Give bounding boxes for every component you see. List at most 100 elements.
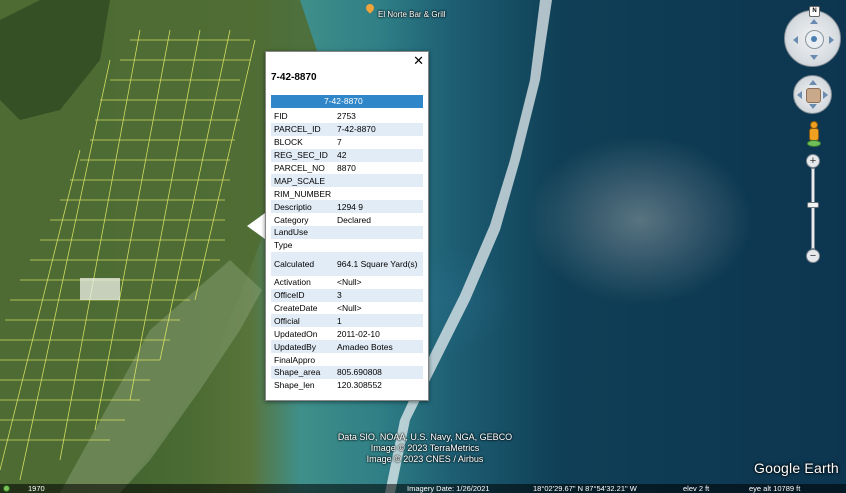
zoom-thumb[interactable] [807, 202, 819, 208]
arrow-down-icon[interactable] [810, 55, 818, 60]
parcel-info-popup: ✕ 7-42-8870 7-42-8870 FID 2753 PARCEL_ID 7… [265, 51, 429, 401]
table-row: FID 2753 [271, 110, 423, 123]
attribute-key: CreateDate [271, 301, 334, 315]
attribute-value [334, 174, 423, 188]
table-row: LandUse [271, 226, 423, 239]
navigation-ring[interactable]: N [784, 6, 841, 67]
arrow-left-icon[interactable] [797, 91, 802, 99]
table-row: Category Declared [271, 213, 423, 227]
arrow-down-icon[interactable] [809, 104, 817, 109]
attribute-value [334, 353, 423, 367]
attribute-value: Declared [334, 213, 423, 227]
attribute-key: MAP_SCALE [271, 174, 334, 188]
attribute-value: 120.308552 [334, 378, 423, 392]
table-row: Calculated 964.1 Square Yard(s) [271, 251, 423, 276]
arrow-up-icon[interactable] [809, 80, 817, 85]
arrow-up-icon[interactable] [810, 19, 818, 24]
attribute-key: PARCEL_NO [271, 161, 334, 175]
table-row: BLOCK 7 [271, 135, 423, 149]
zoom-out-button[interactable]: − [806, 249, 820, 263]
credit-line: Data SIO, NOAA, U.S. Navy, NGA, GEBCO [337, 432, 513, 442]
table-row: Descriptio 1294 9 [271, 200, 423, 214]
credit-line: Image © 2023 TerraMetrics [370, 443, 480, 453]
table-row: PARCEL_NO 8870 [271, 161, 423, 175]
attribute-key: Official [271, 314, 334, 328]
google-earth-logo: Google Earth [754, 460, 839, 476]
timeline-year: 1970 [28, 484, 45, 493]
table-row: Shape_area 805.690808 [271, 366, 423, 379]
attribute-key: REG_SEC_ID [271, 148, 334, 162]
hand-icon[interactable] [806, 88, 821, 103]
table-row: Activation <Null> [271, 275, 423, 289]
attribute-value: 964.1 Square Yard(s) [334, 251, 423, 276]
table-row: Official 1 [271, 314, 423, 328]
attribute-value: 3 [334, 288, 423, 302]
close-icon[interactable]: ✕ [413, 54, 424, 68]
zoom-track[interactable] [811, 168, 815, 249]
attribute-key: BLOCK [271, 135, 334, 149]
eye-altitude: eye alt 10789 ft [749, 484, 801, 493]
zoom-in-button[interactable]: + [806, 154, 820, 168]
attribute-value: 7 [334, 135, 423, 149]
table-row: UpdatedOn 2011-02-10 [271, 327, 423, 341]
attribute-value: <Null> [334, 301, 423, 315]
table-row: Shape_len 120.308552 [271, 378, 423, 392]
table-row: CreateDate <Null> [271, 301, 423, 315]
table-row: Type [271, 238, 423, 252]
zoom-slider[interactable]: + − [806, 154, 820, 264]
table-row: UpdatedBy Amadeo Botes [271, 340, 423, 354]
popup-title: 7-42-8870 [271, 72, 317, 83]
attribute-key: UpdatedOn [271, 327, 334, 341]
table-row: MAP_SCALE [271, 174, 423, 188]
attribute-value: 7-42-8870 [334, 122, 423, 136]
table-row: RIM_NUMBER [271, 187, 423, 201]
attribute-value: 2753 [334, 110, 423, 123]
pegman-icon[interactable] [807, 121, 821, 147]
attribute-key: PARCEL_ID [271, 122, 334, 136]
attribute-value: 1294 9 [334, 200, 423, 214]
attribute-key: Shape_len [271, 378, 334, 392]
pegman-base [807, 140, 821, 147]
attribute-key: FinalAppro [271, 353, 334, 367]
credit-line: Image © 2023 CNES / Airbus [366, 454, 484, 464]
table-row: PARCEL_ID 7-42-8870 [271, 122, 423, 136]
attribute-key: Shape_area [271, 366, 334, 379]
elevation: elev 2 ft [683, 484, 710, 493]
attribute-value [334, 187, 423, 201]
popup-pointer [247, 213, 265, 239]
attribute-value: <Null> [334, 275, 423, 289]
attribute-key: UpdatedBy [271, 340, 334, 354]
arrow-left-icon[interactable] [793, 36, 798, 44]
north-indicator[interactable]: N [809, 6, 820, 17]
attribute-key: Category [271, 213, 334, 227]
imagery-date: Imagery Date: 1/26/2021 [407, 484, 490, 493]
attribute-value: 2011-02-10 [334, 327, 423, 341]
attribute-value: 42 [334, 148, 423, 162]
table-row: REG_SEC_ID 42 [271, 148, 423, 162]
attribute-key: Calculated [271, 251, 334, 276]
arrow-right-icon[interactable] [823, 91, 828, 99]
attribute-value [334, 226, 423, 239]
attribute-key: LandUse [271, 226, 334, 239]
attribute-table: FID 2753 PARCEL_ID 7-42-8870 BLOCK 7 REG_SE… [271, 110, 423, 392]
attribute-value: 1 [334, 314, 423, 328]
status-bar: 1970 Imagery Date: 1/26/2021 18°02'29.67… [0, 484, 846, 493]
imagery-credits: Data SIO, NOAA, U.S. Navy, NGA, GEBCO Im… [320, 432, 530, 465]
attribute-value: Amadeo Botes [334, 340, 423, 354]
attribute-value: 805.690808 [334, 366, 423, 379]
popup-header-value: 7-42-8870 [324, 96, 363, 106]
attribute-key: RIM_NUMBER [271, 187, 334, 201]
attribute-key: OfficeID [271, 288, 334, 302]
eye-icon[interactable] [805, 30, 824, 49]
arrow-right-icon[interactable] [829, 36, 834, 44]
historical-imagery-icon[interactable] [3, 485, 10, 492]
attribute-key: Activation [271, 275, 334, 289]
attribute-key: FID [271, 110, 334, 123]
place-label[interactable]: El Norte Bar & Grill [378, 10, 446, 19]
popup-header-bar: 7-42-8870 [271, 95, 423, 108]
attribute-value: 8870 [334, 161, 423, 175]
attribute-key: Type [271, 238, 334, 252]
table-row: OfficeID 3 [271, 288, 423, 302]
pan-control[interactable] [793, 75, 832, 114]
coordinates: 18°02'29.67" N 87°54'32.21" W [533, 484, 637, 493]
